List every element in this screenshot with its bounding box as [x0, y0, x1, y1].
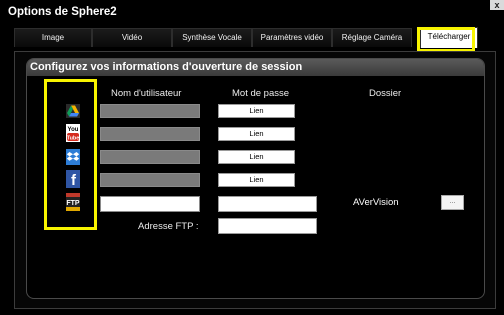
tab-video[interactable]: Vidéo [92, 28, 172, 47]
google-drive-username-field[interactable] [100, 104, 200, 118]
ftp-username-field[interactable] [100, 196, 200, 212]
ftp-address-field[interactable] [218, 218, 317, 234]
dropbox-link-button[interactable]: Lien [218, 150, 295, 164]
dropbox-icon[interactable] [66, 149, 80, 165]
tab-image[interactable]: Image [14, 28, 92, 47]
close-icon: x [494, 0, 500, 10]
facebook-link-button[interactable]: Lien [218, 173, 295, 187]
ftp-folder-value: AVerVision [353, 197, 399, 208]
google-drive-icon[interactable] [66, 104, 80, 118]
youtube-username-field[interactable] [100, 127, 200, 141]
folder-column-header: Dossier [369, 88, 402, 99]
section-header: Configurez vos informations d'ouverture … [27, 59, 484, 76]
username-column-header: Nom d'utilisateur [111, 88, 182, 99]
youtube-link-button[interactable]: Lien [218, 127, 295, 141]
ftp-icon[interactable]: FTP [66, 193, 80, 211]
password-column-header: Mot de passe [232, 88, 290, 99]
ftp-password-field[interactable] [218, 196, 317, 212]
facebook-icon[interactable]: f [66, 170, 80, 188]
tab-upload[interactable]: Télécharger [420, 27, 478, 48]
tab-camera-settings[interactable]: Réglage Caméra [332, 28, 412, 47]
ftp-icon-text: FTP [66, 200, 80, 207]
tab-bar: Image Vidéo Synthèse Vocale Paramètres v… [14, 27, 496, 49]
close-button[interactable]: x [490, 0, 504, 10]
svg-text:You: You [68, 127, 79, 133]
browse-folder-button[interactable]: ... [441, 195, 464, 210]
options-window: Options de Sphere2 x Image Vidéo Synthès… [0, 0, 504, 315]
dropbox-username-field[interactable] [100, 150, 200, 164]
ftp-address-label: Adresse FTP : [138, 221, 199, 232]
facebook-username-field[interactable] [100, 173, 200, 187]
tab-video-settings[interactable]: Paramètres vidéo [252, 28, 332, 47]
svg-text:Tube: Tube [67, 136, 80, 142]
window-title: Options de Sphere2 [8, 6, 117, 18]
section-title: Configurez vos informations d'ouverture … [30, 61, 303, 73]
youtube-icon[interactable]: You Tube [66, 124, 80, 142]
tab-speech-synthesis[interactable]: Synthèse Vocale [172, 28, 252, 47]
google-drive-link-button[interactable]: Lien [218, 104, 295, 118]
title-bar: Options de Sphere2 x [0, 0, 504, 22]
